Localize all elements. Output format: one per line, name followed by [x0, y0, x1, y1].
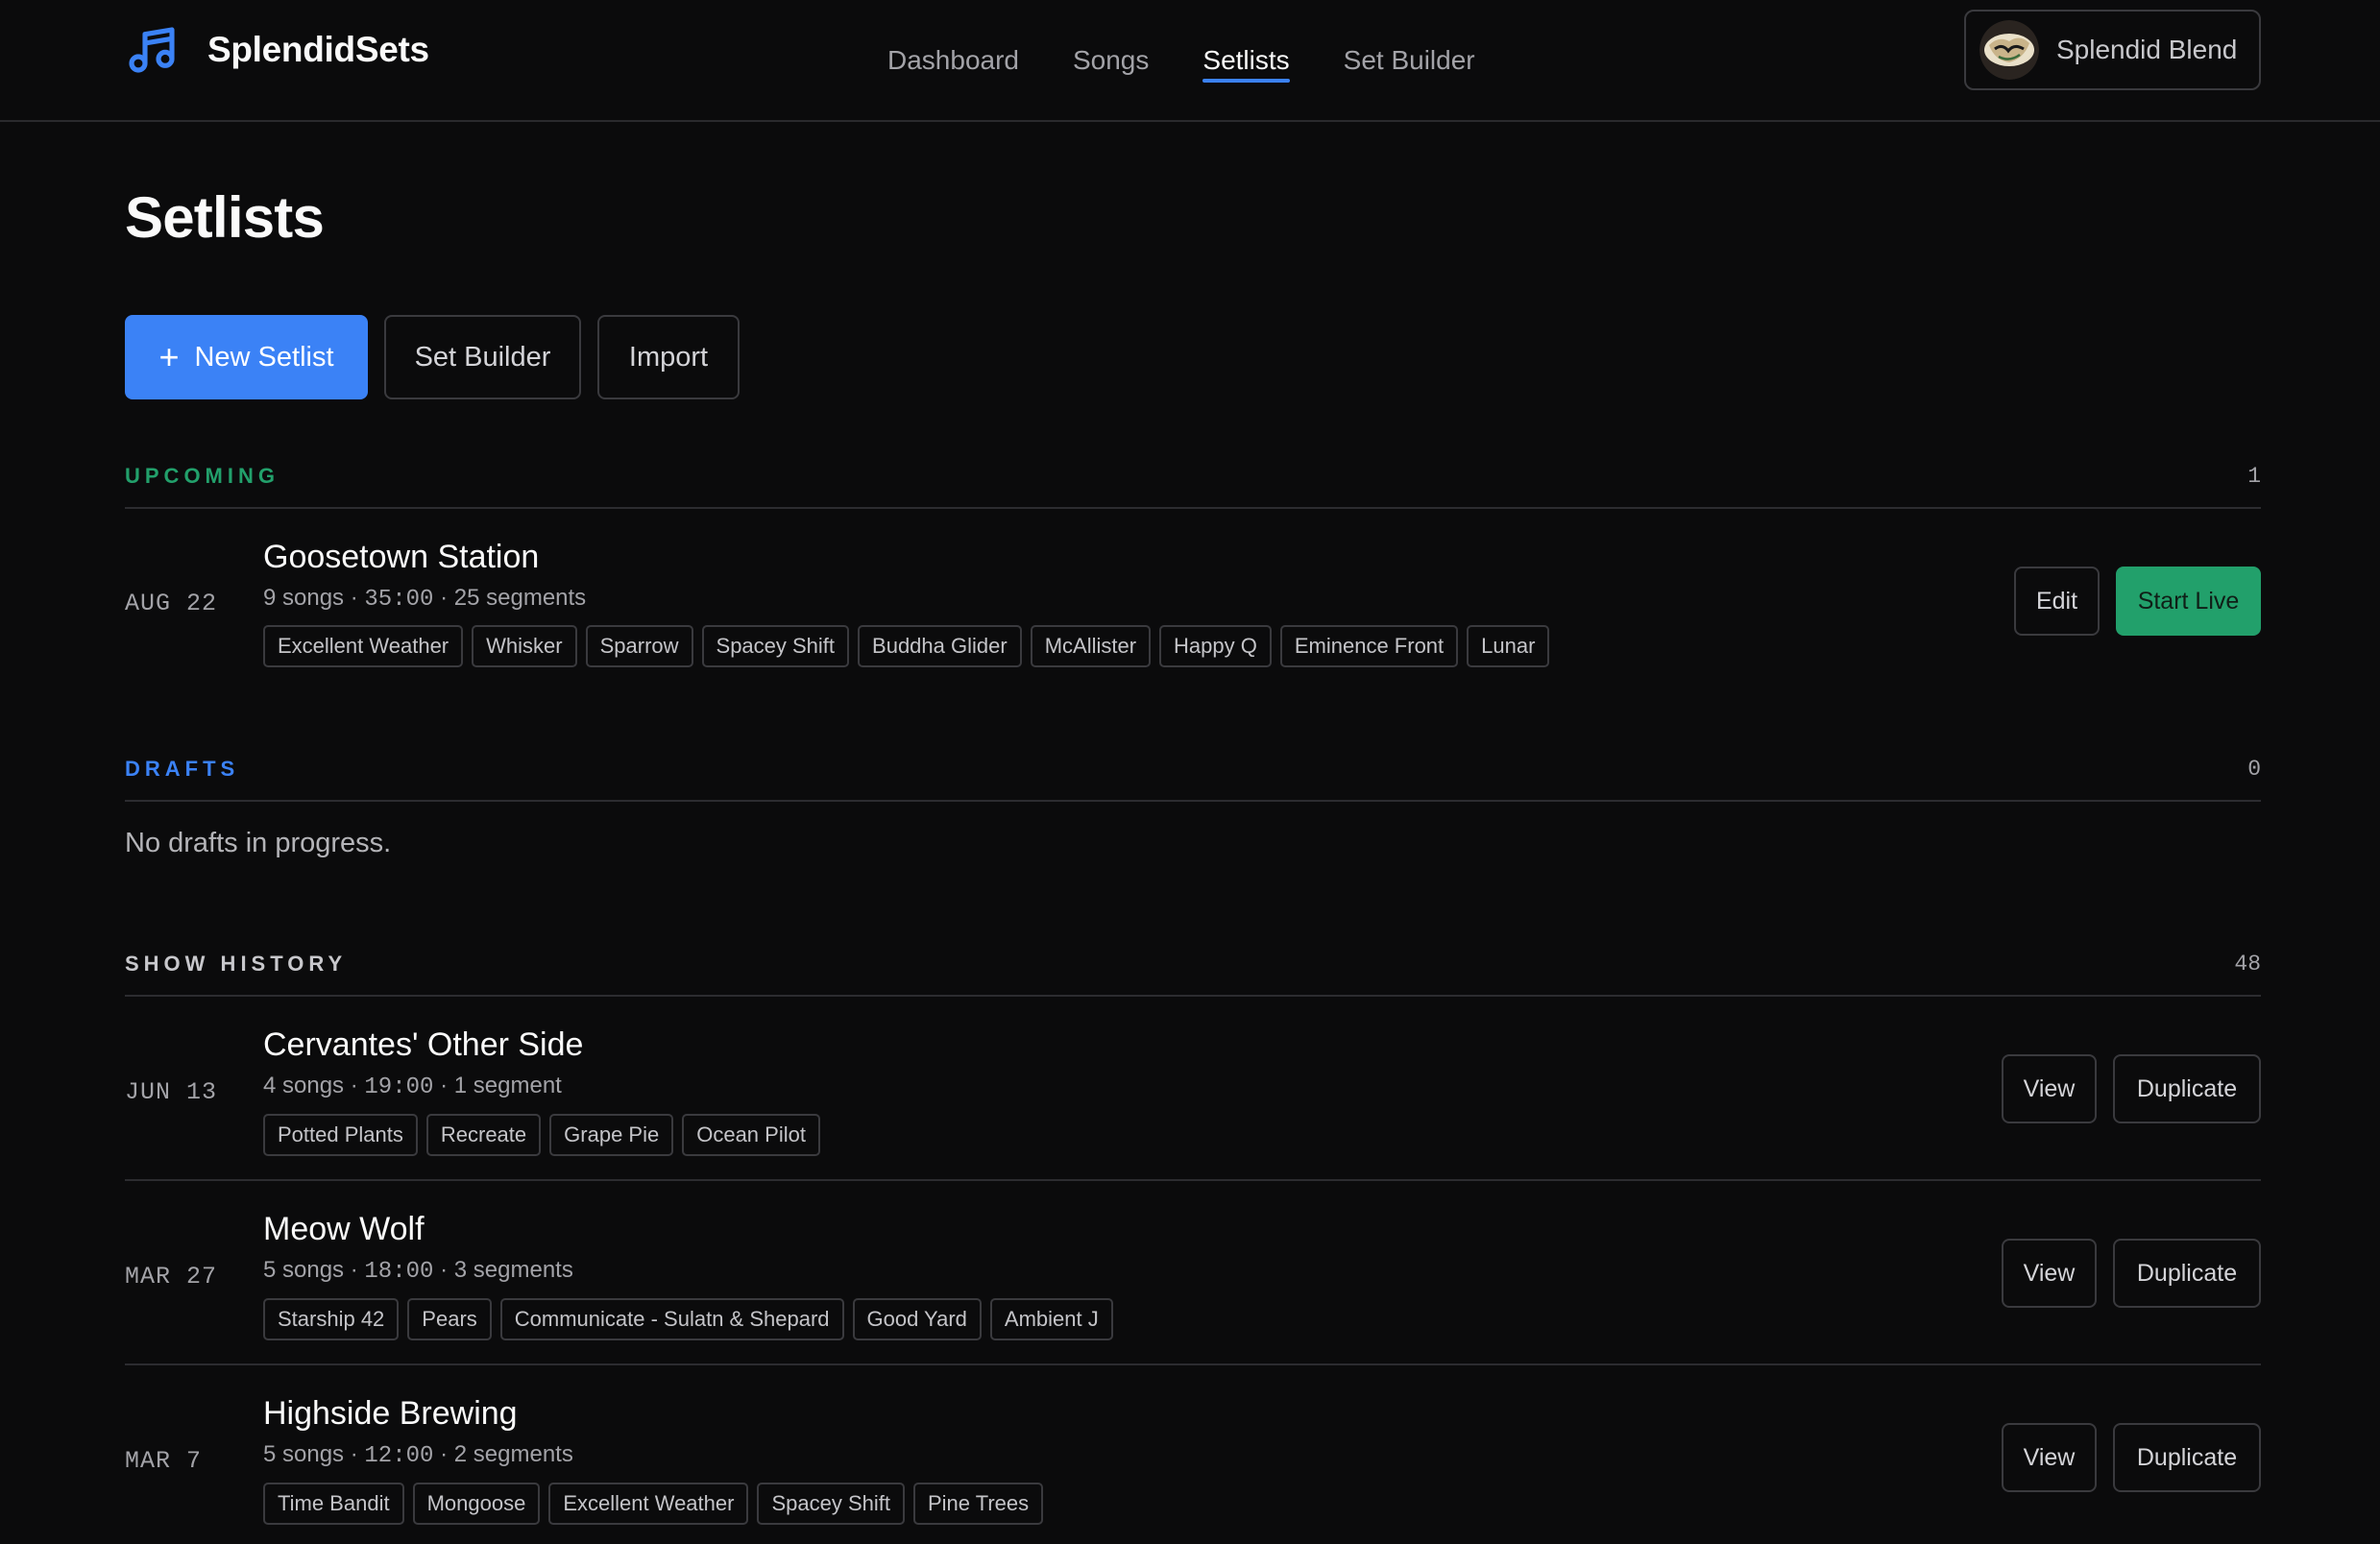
- song-tag: Excellent Weather: [548, 1483, 749, 1525]
- song-tag: Eminence Front: [1279, 625, 1459, 667]
- setlist-title[interactable]: Highside Brewing: [263, 1395, 518, 1433]
- brand[interactable]: SplendidSets: [125, 23, 429, 77]
- start-live-button[interactable]: Start Live: [2116, 567, 2261, 636]
- song-tag: Time Bandit: [263, 1483, 404, 1525]
- history-count: 48: [2234, 952, 2261, 977]
- divider: [125, 800, 2261, 802]
- drafts-section-header: DRAFTS 0: [125, 757, 2261, 795]
- edit-button[interactable]: Edit: [2014, 567, 2100, 636]
- song-tag: Recreate: [425, 1114, 542, 1156]
- account-name: Splendid Blend: [2056, 35, 2238, 64]
- view-button[interactable]: View: [2002, 1423, 2097, 1492]
- app-name: SplendidSets: [207, 30, 429, 69]
- music-note-icon: [129, 27, 175, 73]
- song-tags: Time Bandit Mongoose Excellent Weather S…: [263, 1483, 1052, 1525]
- setlist-title[interactable]: Cervantes' Other Side: [263, 1026, 583, 1064]
- song-count: 5 songs: [263, 1257, 345, 1283]
- nav-setlists[interactable]: Setlists: [1202, 0, 1290, 121]
- setlist-meta: 5 songs · 12:00 · 2 segments: [263, 1441, 573, 1469]
- song-count: 4 songs: [263, 1073, 345, 1098]
- avatar: [1979, 20, 2039, 80]
- song-tag: Communicate - Sulatn & Shepard: [499, 1298, 844, 1340]
- song-tag: Lunar: [1467, 625, 1550, 667]
- setlist-row-upcoming[interactable]: AUG 22 Goosetown Station 9 songs · 35:00…: [125, 507, 2261, 680]
- song-tags: Excellent Weather Whisker Sparrow Spacey…: [263, 625, 1558, 667]
- song-tag: Mongoose: [412, 1483, 541, 1525]
- segment-count: 3 segments: [453, 1257, 573, 1283]
- row-actions: View Duplicate: [1985, 1239, 2261, 1308]
- import-button[interactable]: Import: [597, 315, 740, 399]
- drafts-count: 0: [2247, 757, 2261, 782]
- song-count: 5 songs: [263, 1441, 345, 1467]
- song-tag: Ocean Pilot: [682, 1114, 820, 1156]
- song-tag: Pine Trees: [912, 1483, 1044, 1525]
- duplicate-button[interactable]: Duplicate: [2113, 1054, 2261, 1123]
- duration: 19:00: [364, 1074, 434, 1100]
- song-tag: Ambient J: [989, 1298, 1113, 1340]
- song-tag: Pears: [407, 1298, 492, 1340]
- duration: 35:00: [364, 587, 434, 613]
- song-tag: Spacey Shift: [757, 1483, 905, 1525]
- row-actions: View Duplicate: [1985, 1054, 2261, 1123]
- setlist-row-history[interactable]: MAR 27 Meow Wolf 5 songs · 18:00 · 3 seg…: [125, 1179, 2261, 1363]
- song-tag: Whisker: [472, 625, 577, 667]
- setlist-title[interactable]: Meow Wolf: [263, 1211, 425, 1248]
- upcoming-label: UPCOMING: [125, 464, 279, 488]
- row-actions: View Duplicate: [1985, 1423, 2261, 1492]
- setlist-meta: 4 songs · 19:00 · 1 segment: [263, 1073, 562, 1100]
- song-tags: Starship 42 Pears Communicate - Sulatn &…: [263, 1298, 1122, 1340]
- set-builder-button[interactable]: Set Builder: [384, 315, 581, 399]
- song-tag: Sparrow: [585, 625, 693, 667]
- setlist-date: MAR 27: [125, 1263, 218, 1291]
- new-setlist-label: New Setlist: [194, 341, 334, 373]
- segment-count: 25 segments: [453, 585, 587, 611]
- song-count: 9 songs: [263, 585, 345, 611]
- upcoming-section-header: UPCOMING 1: [125, 464, 2261, 502]
- page-actions: + New Setlist Set Builder Import: [125, 315, 740, 399]
- segment-count: 1 segment: [453, 1073, 562, 1098]
- setlist-title[interactable]: Goosetown Station: [263, 539, 539, 576]
- upcoming-count: 1: [2247, 464, 2261, 489]
- history-section-header: SHOW HISTORY 48: [125, 952, 2261, 990]
- setlist-row-history[interactable]: JUN 13 Cervantes' Other Side 4 songs · 1…: [125, 995, 2261, 1179]
- setlist-date: JUN 13: [125, 1078, 218, 1106]
- new-setlist-button[interactable]: + New Setlist: [125, 315, 368, 399]
- song-tag: Potted Plants: [263, 1114, 418, 1156]
- nav-songs[interactable]: Songs: [1073, 0, 1149, 121]
- main-nav: Dashboard Songs Setlists Set Builder: [887, 0, 1529, 121]
- song-tag: Spacey Shift: [701, 625, 850, 667]
- song-tags: Potted Plants Recreate Grape Pie Ocean P…: [263, 1114, 829, 1156]
- duration: 12:00: [364, 1443, 434, 1469]
- row-actions: Edit Start Live: [1998, 567, 2261, 636]
- song-tag: Happy Q: [1159, 625, 1272, 667]
- song-tag: McAllister: [1030, 625, 1152, 667]
- view-button[interactable]: View: [2002, 1054, 2097, 1123]
- top-navigation-bar: SplendidSets Dashboard Songs Setlists Se…: [0, 0, 2380, 122]
- nav-set-builder[interactable]: Set Builder: [1344, 0, 1475, 121]
- segment-count: 2 segments: [453, 1441, 573, 1467]
- setlist-meta: 9 songs · 35:00 · 25 segments: [263, 585, 587, 613]
- setlist-date: MAR 7: [125, 1447, 203, 1475]
- drafts-empty-message: No drafts in progress.: [125, 828, 392, 858]
- history-label: SHOW HISTORY: [125, 952, 348, 976]
- setlist-meta: 5 songs · 18:00 · 3 segments: [263, 1257, 573, 1285]
- nav-dashboard[interactable]: Dashboard: [887, 0, 1019, 121]
- drafts-label: DRAFTS: [125, 757, 240, 781]
- plus-icon: +: [158, 337, 180, 376]
- account-menu-button[interactable]: Splendid Blend: [1964, 10, 2261, 90]
- song-tag: Grape Pie: [549, 1114, 674, 1156]
- setlist-row-history[interactable]: MAR 7 Highside Brewing 5 songs · 12:00 ·…: [125, 1363, 2261, 1544]
- song-tag: Starship 42: [263, 1298, 400, 1340]
- song-tag: Good Yard: [852, 1298, 982, 1340]
- duplicate-button[interactable]: Duplicate: [2113, 1423, 2261, 1492]
- view-button[interactable]: View: [2002, 1239, 2097, 1308]
- page-title: Setlists: [125, 185, 325, 250]
- duration: 18:00: [364, 1259, 434, 1285]
- song-tag: Excellent Weather: [263, 625, 464, 667]
- duplicate-button[interactable]: Duplicate: [2113, 1239, 2261, 1308]
- setlist-date: AUG 22: [125, 590, 218, 617]
- song-tag: Buddha Glider: [858, 625, 1022, 667]
